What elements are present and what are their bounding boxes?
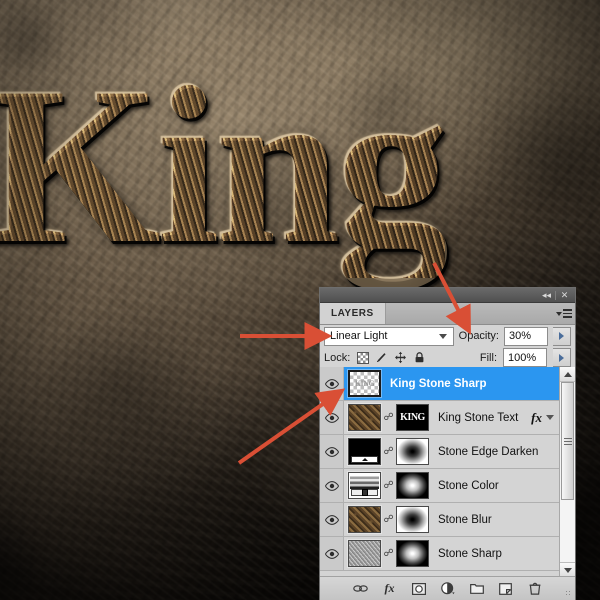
stepper-arrow-icon: [559, 332, 564, 340]
panel-bottom-toolbar: fx: [320, 576, 575, 600]
blend-mode-dropdown[interactable]: Linear Light: [324, 326, 454, 346]
move-lock-icon[interactable]: [394, 351, 407, 364]
opacity-field[interactable]: 30%: [504, 326, 548, 346]
lock-row: Lock: Fill: 100%: [320, 347, 575, 369]
delete-layer-icon[interactable]: [527, 581, 542, 596]
layer-thumbnail[interactable]: [348, 506, 381, 533]
adjustment-layer-icon[interactable]: [440, 581, 455, 596]
transparency-lock-icon[interactable]: [356, 351, 369, 364]
collapse-to-icons-icon[interactable]: ◂◂: [538, 289, 555, 302]
layer-visibility-toggle[interactable]: [320, 503, 344, 536]
table-row[interactable]: ☍ KING King Stone Text fx: [320, 401, 559, 435]
layer-visibility-toggle[interactable]: [320, 469, 344, 502]
fill-stepper[interactable]: [553, 348, 571, 367]
thumbnail-king-text: KING: [354, 379, 375, 388]
panel-titlebar: ◂◂ ✕: [320, 288, 575, 303]
layer-name: Stone Edge Darken: [438, 445, 539, 458]
layer-thumbnail[interactable]: [348, 438, 381, 465]
all-lock-icon[interactable]: [413, 351, 426, 364]
lock-icon-group: [356, 351, 426, 364]
blend-mode-value: Linear Light: [330, 330, 388, 342]
layer-mask-thumbnail[interactable]: [396, 506, 429, 533]
blend-mode-row: Linear Light Opacity: 30%: [320, 325, 575, 347]
layer-name: King Stone Sharp: [390, 377, 487, 390]
tab-layers[interactable]: LAYERS: [320, 303, 386, 324]
new-layer-icon[interactable]: [498, 581, 513, 596]
canvas-stage: King King ◂◂ ✕ LAYERS Linear Light Opaci…: [0, 0, 600, 600]
table-row[interactable]: ☍ Stone Blur: [320, 503, 559, 537]
chevron-down-icon: [438, 333, 447, 339]
layer-thumbnail[interactable]: KING: [348, 370, 381, 397]
layer-visibility-toggle[interactable]: [320, 537, 344, 570]
mask-link-icon[interactable]: ☍: [383, 514, 393, 525]
stepper-arrow-icon: [559, 353, 564, 362]
panel-menu-icon[interactable]: [553, 303, 575, 324]
layer-mask-thumbnail[interactable]: [396, 540, 429, 567]
panel-tabbar: LAYERS: [320, 303, 575, 325]
brush-lock-icon[interactable]: [375, 351, 388, 364]
new-group-icon[interactable]: [469, 581, 484, 596]
table-row[interactable]: ☍ Stone Sharp: [320, 537, 559, 571]
chevron-up-icon: [563, 371, 572, 377]
chevron-down-icon: [563, 567, 572, 573]
layer-effects-cell: fx: [531, 410, 559, 426]
scrollbar-thumb[interactable]: [561, 382, 574, 500]
layer-rows: KING King Stone Sharp ☍ KING King Stone …: [320, 367, 559, 577]
scrollbar-track[interactable]: [560, 382, 575, 562]
layer-mask-thumbnail[interactable]: [396, 438, 429, 465]
mask-link-icon[interactable]: ☍: [383, 446, 393, 457]
layers-scrollbar[interactable]: [559, 367, 575, 577]
opacity-stepper[interactable]: [553, 326, 571, 346]
layer-name: Stone Color: [438, 479, 499, 492]
table-row[interactable]: KING King Stone Sharp: [320, 367, 559, 401]
layer-thumbnail[interactable]: [348, 540, 381, 567]
layers-panel: ◂◂ ✕ LAYERS Linear Light Opacity: 30% Lo…: [320, 288, 575, 600]
mask-link-icon[interactable]: ☍: [383, 412, 393, 423]
layer-name: Stone Sharp: [438, 547, 502, 560]
layer-visibility-toggle[interactable]: [320, 401, 344, 434]
table-row[interactable]: ☍ Stone Color: [320, 469, 559, 503]
add-layer-mask-icon[interactable]: [411, 581, 426, 596]
scroll-down-button[interactable]: [560, 562, 575, 577]
layer-mask-thumbnail[interactable]: [396, 472, 429, 499]
layer-visibility-toggle[interactable]: [320, 435, 344, 468]
opacity-label: Opacity:: [458, 330, 499, 342]
hamburger-icon: [563, 309, 572, 318]
fill-field[interactable]: 100%: [503, 348, 547, 367]
layers-list: KING King Stone Sharp ☍ KING King Stone …: [320, 367, 575, 577]
tabbar-filler: [385, 303, 553, 324]
lock-label: Lock:: [324, 351, 351, 364]
layer-thumbnail[interactable]: [348, 404, 381, 431]
table-row[interactable]: ☍ Stone Edge Darken: [320, 435, 559, 469]
chevron-down-icon[interactable]: [546, 415, 554, 420]
link-layers-icon[interactable]: [353, 581, 368, 596]
layer-thumbnail[interactable]: [348, 472, 381, 499]
layer-styles-fx-icon[interactable]: fx: [382, 581, 397, 596]
grip-icon: [563, 437, 572, 445]
layer-mask-thumbnail[interactable]: KING: [396, 404, 429, 431]
fill-label: Fill:: [479, 351, 497, 364]
layer-visibility-toggle[interactable]: [320, 367, 344, 400]
chevron-down-icon: [556, 311, 562, 316]
close-icon[interactable]: ✕: [556, 289, 573, 302]
panel-resize-grip[interactable]: [565, 590, 572, 597]
layer-name: King Stone Text: [438, 411, 519, 424]
scroll-up-button[interactable]: [560, 367, 575, 382]
mask-link-icon[interactable]: ☍: [383, 480, 393, 491]
layer-name: Stone Blur: [438, 513, 492, 526]
layer-styles-fx-icon[interactable]: fx: [531, 410, 542, 426]
mask-link-icon[interactable]: ☍: [383, 548, 393, 559]
